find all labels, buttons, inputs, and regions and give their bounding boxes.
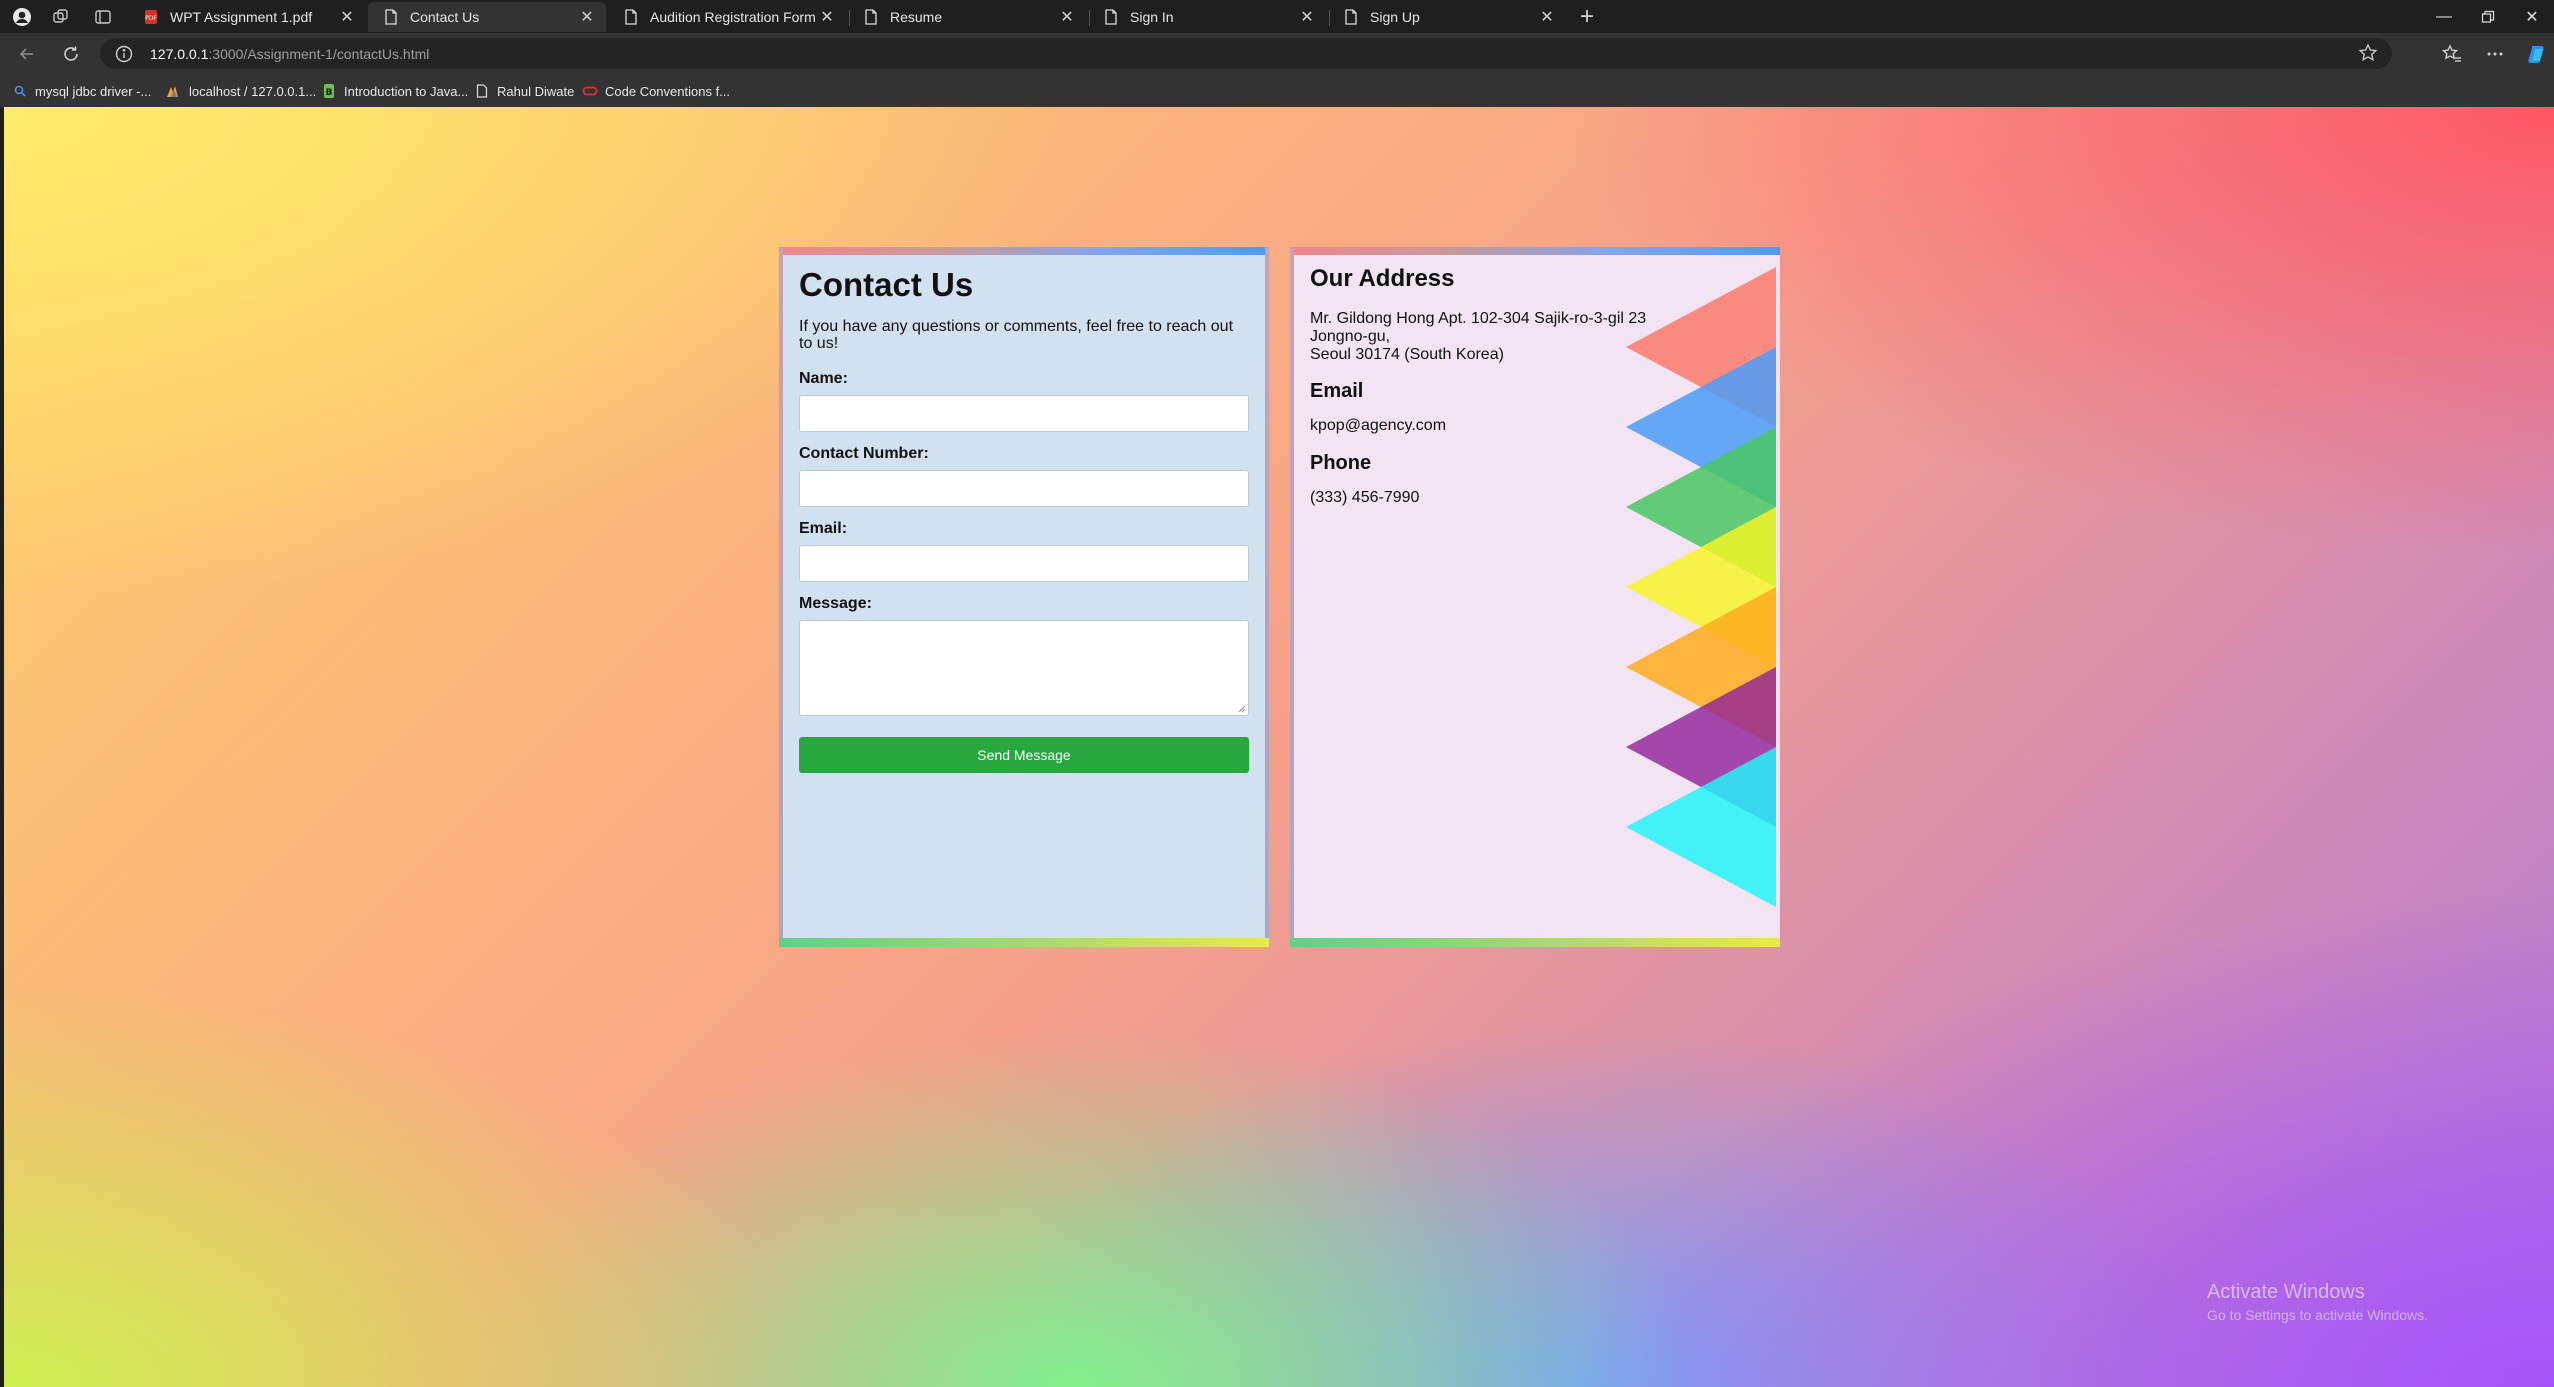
tab-resume[interactable]: Resume ✕ [848, 2, 1086, 32]
bookmark-site-icon: B [321, 83, 337, 99]
bookmark-mysql-jdbc[interactable]: mysql jdbc driver -... [12, 82, 151, 100]
bookmark-label: localhost / 127.0.0.1... [189, 83, 317, 99]
email-value: kpop@agency.com [1310, 417, 1447, 434]
message-textarea[interactable] [799, 620, 1249, 716]
copilot-icon[interactable] [2522, 40, 2552, 68]
refresh-icon[interactable] [56, 40, 86, 68]
site-info-icon[interactable] [114, 44, 134, 64]
page-icon [862, 8, 880, 26]
address-title: Our Address [1310, 265, 1455, 292]
page-icon [1102, 8, 1120, 26]
tab-title: WPT Assignment 1.pdf [170, 9, 313, 25]
card-bottom-border [1290, 938, 1780, 947]
svg-text:PDF: PDF [145, 15, 157, 22]
url-bar[interactable]: 127.0.0.1:3000/Assignment-1/contactUs.ht… [100, 38, 2392, 69]
tab-audition-form[interactable]: Audition Registration Form ✕ [608, 2, 846, 32]
url-text: 127.0.0.1:3000/Assignment-1/contactUs.ht… [150, 46, 429, 62]
close-icon[interactable]: ✕ [1058, 8, 1076, 26]
bookmark-rahul-diwate[interactable]: Rahul Diwate [474, 82, 574, 100]
page-icon [382, 8, 400, 26]
url-path: :3000/Assignment-1/contactUs.html [208, 46, 430, 62]
svg-text:B: B [326, 88, 333, 98]
card-top-border [779, 247, 1269, 255]
contact-number-label: Contact Number: [799, 445, 929, 462]
new-tab-icon[interactable]: + [1572, 3, 1602, 31]
message-label: Message: [799, 595, 872, 612]
page-background: Contact Us If you have any questions or … [4, 107, 2554, 1387]
address-toolbar: 127.0.0.1:3000/Assignment-1/contactUs.ht… [0, 33, 2554, 74]
more-menu-icon[interactable] [2480, 40, 2510, 68]
bookmark-localhost[interactable]: localhost / 127.0.0.1... [166, 82, 316, 100]
bookmark-label: mysql jdbc driver -... [35, 83, 152, 99]
bookmark-label: Rahul Diwate [497, 83, 575, 99]
phone-value: (333) 456-7990 [1310, 489, 1420, 506]
card-left-border [1290, 247, 1294, 947]
email-field[interactable] [799, 545, 1249, 582]
address-line: Mr. Gildong Hong Apt. 102-304 Sajik-ro-3… [1310, 310, 1647, 327]
page-icon [474, 83, 490, 99]
triangle-decoration [1626, 267, 1776, 907]
back-icon[interactable] [12, 40, 42, 68]
tab-title: Resume [890, 9, 943, 25]
bookmark-label: Code Conventions f... [605, 83, 731, 99]
resize-grip-icon[interactable] [1238, 705, 1246, 713]
email-heading: Email [1310, 380, 1364, 402]
card-left-border [779, 247, 783, 947]
oracle-icon [582, 83, 598, 99]
bookmark-code-conventions[interactable]: Code Conventions f... [582, 82, 730, 100]
tab-title: Audition Registration Form [650, 9, 816, 25]
tab-contact-us[interactable]: Contact Us ✕ [368, 2, 606, 32]
favorites-icon[interactable] [2437, 40, 2467, 68]
activate-windows-subtitle: Go to Settings to activate Windows. [2207, 1307, 2428, 1323]
workspaces-icon[interactable] [47, 3, 75, 31]
bookmark-intro-java[interactable]: B Introduction to Java... [321, 82, 468, 100]
card-top-border [1290, 247, 1780, 255]
phone-heading: Phone [1310, 452, 1372, 474]
profile-icon[interactable] [8, 3, 36, 31]
address-line: Seoul 30174 (South Korea) [1310, 346, 1504, 363]
phpmyadmin-icon [166, 83, 182, 99]
name-field[interactable] [799, 395, 1249, 432]
tab-wpt-assignment[interactable]: PDF WPT Assignment 1.pdf ✕ [128, 2, 366, 32]
pdf-icon: PDF [142, 8, 160, 26]
close-icon[interactable]: ✕ [1538, 8, 1556, 26]
name-label: Name: [799, 370, 848, 387]
bookmarks-bar: mysql jdbc driver -... localhost / 127.0… [0, 74, 2554, 107]
search-icon [12, 83, 28, 99]
close-icon[interactable]: ✕ [338, 8, 356, 26]
contact-number-field[interactable] [799, 470, 1249, 507]
minimize-icon[interactable]: — [2422, 0, 2466, 33]
tab-actions-icon[interactable] [89, 3, 117, 31]
tab-title: Contact Us [410, 9, 480, 25]
address-card: Our Address Mr. Gildong Hong Apt. 102-30… [1290, 247, 1780, 947]
close-icon[interactable]: ✕ [1298, 8, 1316, 26]
url-host: 127.0.0.1 [150, 46, 209, 62]
tab-bar: PDF WPT Assignment 1.pdf ✕ Contact Us ✕ … [0, 0, 2554, 33]
window-close-icon[interactable]: ✕ [2510, 0, 2554, 33]
address-block: Mr. Gildong Hong Apt. 102-304 Sajik-ro-3… [1310, 310, 1646, 364]
page-icon [1342, 8, 1360, 26]
tab-sign-up[interactable]: Sign Up ✕ [1328, 2, 1566, 32]
send-message-button[interactable]: Send Message [799, 737, 1249, 773]
restore-icon[interactable] [2466, 0, 2510, 33]
contact-form-card: Contact Us If you have any questions or … [779, 247, 1269, 947]
tab-sign-in[interactable]: Sign In ✕ [1088, 2, 1326, 32]
address-line: Jongno-gu, [1310, 328, 1391, 345]
close-icon[interactable]: ✕ [818, 8, 836, 26]
tab-title: Sign Up [1370, 9, 1420, 25]
page-icon [622, 8, 640, 26]
tab-title: Sign In [1130, 9, 1174, 25]
favorite-star-icon[interactable] [2358, 43, 2380, 65]
email-label: Email: [799, 520, 848, 537]
activate-windows-title: Activate Windows [2207, 1281, 2365, 1303]
intro-text: If you have any questions or comments, f… [799, 318, 1234, 352]
close-icon[interactable]: ✕ [578, 8, 596, 26]
card-bottom-border [779, 938, 1269, 947]
bookmark-label: Introduction to Java... [344, 83, 469, 99]
page-title: Contact Us [799, 266, 974, 303]
card-right-border [1265, 247, 1269, 947]
